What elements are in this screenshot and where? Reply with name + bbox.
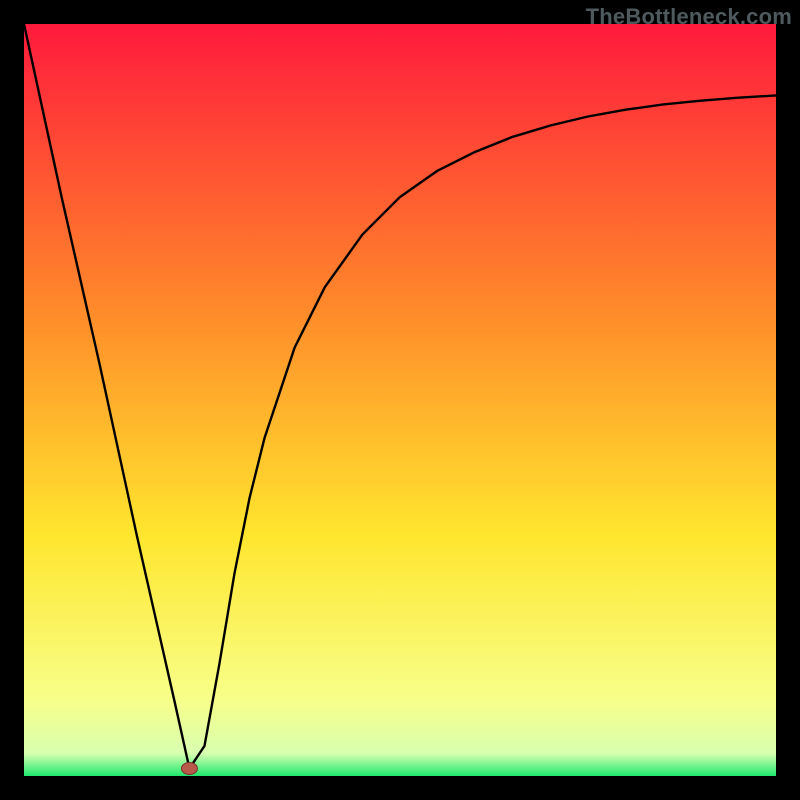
minimum-marker (181, 762, 197, 774)
plot-area (24, 24, 776, 776)
bottleneck-chart (24, 24, 776, 776)
chart-stage: TheBottleneck.com (0, 0, 800, 800)
gradient-background (24, 24, 776, 776)
